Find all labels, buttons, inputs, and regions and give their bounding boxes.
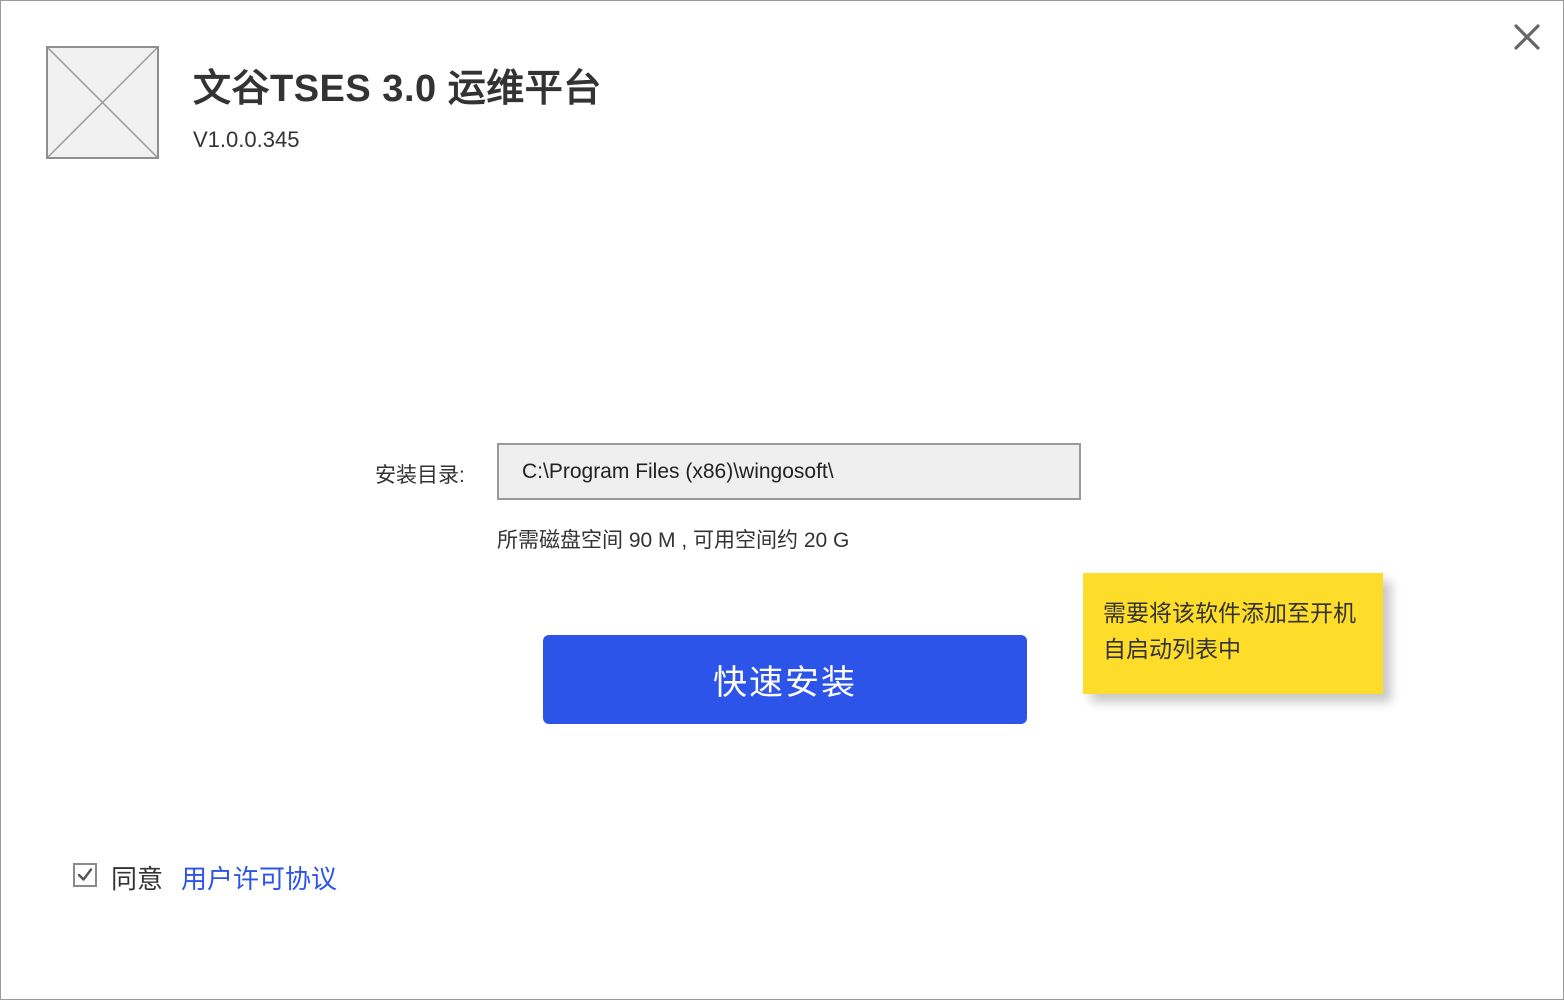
close-button[interactable] (1511, 21, 1543, 53)
sticky-note-text: 需要将该软件添加至开机自启动列表中 (1103, 600, 1356, 662)
app-title: 文谷TSES 3.0 运维平台 (193, 68, 602, 110)
agree-label: 同意 (111, 864, 164, 894)
install-dir-input[interactable] (497, 443, 1081, 500)
installer-window: 文谷TSES 3.0 运维平台 V1.0.0.345 安装目录: 所需磁盘空间 … (0, 0, 1564, 1000)
image-placeholder-icon (46, 46, 159, 159)
sticky-note: 需要将该软件添加至开机自启动列表中 (1083, 573, 1383, 694)
checkmark-icon (77, 868, 93, 881)
agree-checkbox[interactable] (73, 863, 97, 887)
quick-install-button[interactable]: 快速安装 (543, 635, 1027, 724)
disk-space-info: 所需磁盘空间 90 M , 可用空间约 20 G (497, 529, 850, 552)
close-icon (1514, 24, 1540, 50)
license-agreement-link[interactable]: 用户许可协议 (181, 859, 337, 896)
install-dir-label: 安装目录: (375, 464, 465, 487)
app-version: V1.0.0.345 (193, 127, 300, 152)
